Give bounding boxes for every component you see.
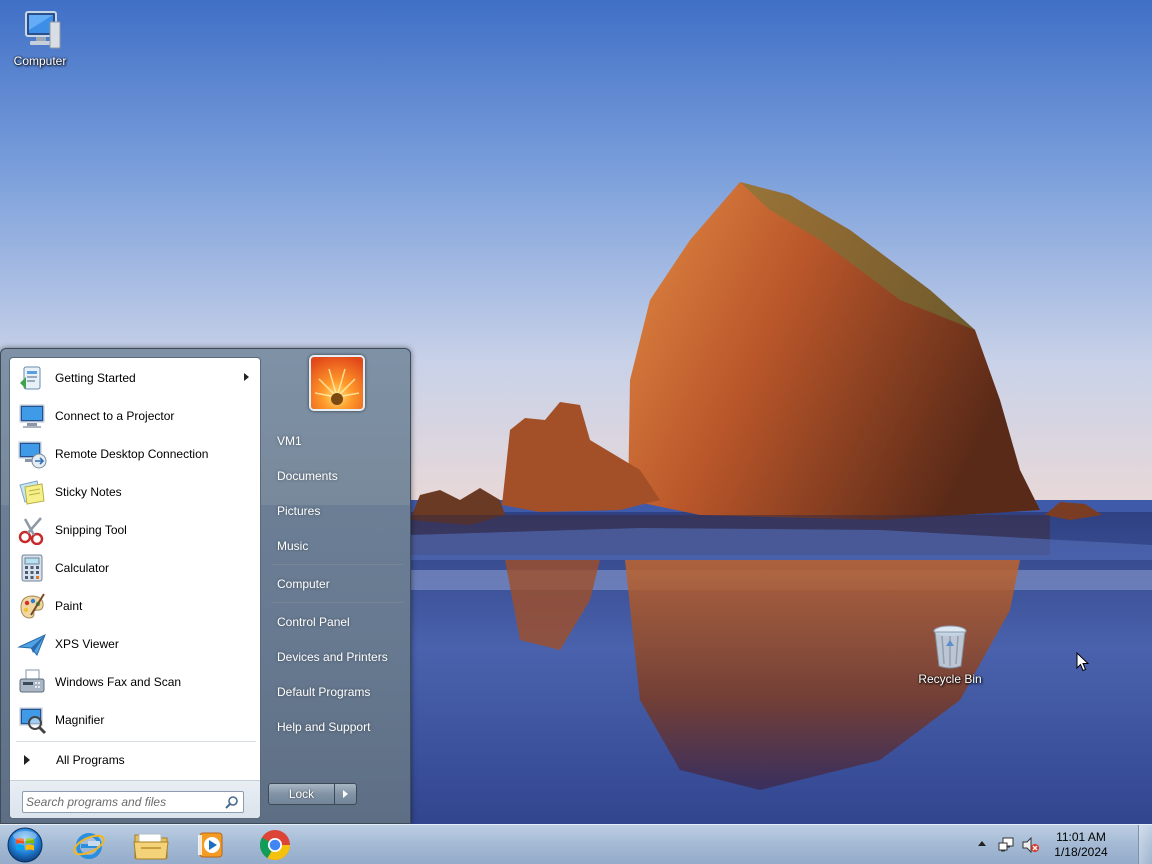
notification-area: 11:01 AM 1/18/2024 (978, 825, 1138, 864)
network-icon[interactable] (998, 837, 1016, 853)
start-item-devices-and-printers[interactable]: Devices and Printers (269, 644, 405, 670)
submenu-arrow-icon[interactable] (244, 373, 249, 381)
magnifier-icon (15, 703, 49, 737)
clock-date: 1/18/2024 (1054, 845, 1108, 859)
recycle-bin-icon (933, 625, 967, 669)
arrow-right-icon (343, 790, 348, 798)
start-item-help-and-support[interactable]: Help and Support (269, 714, 405, 740)
program-label: Windows Fax and Scan (55, 675, 182, 689)
start-menu: Getting Started Connect to a Projector R… (0, 348, 411, 824)
program-label: Sticky Notes (55, 485, 122, 499)
start-item-control-panel[interactable]: Control Panel (269, 609, 405, 635)
taskbar: 11:01 AM 1/18/2024 (0, 824, 1152, 864)
sticky-notes-icon (15, 475, 49, 509)
all-programs-button[interactable]: All Programs (18, 748, 258, 772)
calculator-icon (15, 551, 49, 585)
folder-icon (133, 833, 169, 860)
arrow-right-icon (24, 755, 30, 765)
start-item-computer[interactable]: Computer (269, 571, 405, 597)
program-connect-to-projector[interactable]: Connect to a Projector (13, 398, 259, 434)
start-search-box[interactable] (22, 791, 244, 813)
shutdown-controls: Lock (268, 783, 358, 805)
program-label: Snipping Tool (55, 523, 127, 537)
program-label: Getting Started (55, 371, 136, 385)
program-label: Connect to a Projector (55, 409, 175, 423)
windows-orb-icon (7, 827, 43, 863)
search-icon[interactable] (225, 795, 239, 809)
desktop-icon-label: Computer (13, 54, 67, 68)
program-label: XPS Viewer (55, 637, 119, 651)
all-programs-label: All Programs (56, 753, 125, 767)
volume-muted-icon[interactable] (1022, 837, 1040, 853)
program-xps-viewer[interactable]: XPS Viewer (13, 626, 259, 662)
desktop-icon-label: Recycle Bin (918, 672, 982, 686)
program-label: Calculator (55, 561, 110, 575)
separator (271, 564, 403, 565)
program-paint[interactable]: Paint (13, 588, 259, 624)
separator (271, 602, 403, 603)
program-label: Remote Desktop Connection (55, 447, 209, 461)
desktop-icon-computer[interactable]: Computer (0, 8, 80, 68)
xps-viewer-icon (15, 627, 49, 661)
show-hidden-icons-button[interactable] (978, 841, 986, 846)
media-player-icon (198, 832, 223, 858)
start-item-pictures[interactable]: Pictures (269, 498, 405, 524)
program-sticky-notes[interactable]: Sticky Notes (13, 474, 259, 510)
fax-icon (15, 665, 49, 699)
remote-desktop-icon (15, 437, 49, 471)
start-menu-places-pane: VM1 Documents Pictures Music Computer Co… (263, 349, 411, 825)
taskbar-clock[interactable]: 11:01 AM 1/18/2024 (1044, 830, 1118, 860)
start-search-area (10, 780, 260, 818)
desktop-icon-recycle-bin[interactable]: Recycle Bin (910, 624, 990, 686)
show-desktop-button[interactable] (1138, 825, 1152, 864)
taskbar-app-chrome[interactable] (246, 826, 304, 864)
projector-icon (15, 399, 49, 433)
program-label: Paint (55, 599, 83, 613)
getting-started-icon (15, 361, 49, 395)
taskbar-app-media-player[interactable] (182, 826, 240, 864)
lock-button[interactable]: Lock (268, 783, 335, 805)
program-remote-desktop-connection[interactable]: Remote Desktop Connection (13, 436, 259, 472)
search-input[interactable] (26, 793, 222, 811)
flower-avatar-icon (311, 357, 363, 409)
start-item-music[interactable]: Music (269, 533, 405, 559)
program-snipping-tool[interactable]: Snipping Tool (13, 512, 259, 548)
taskbar-app-internet-explorer[interactable] (60, 826, 118, 864)
internet-explorer-icon (73, 833, 105, 859)
program-magnifier[interactable]: Magnifier (13, 702, 259, 738)
program-windows-fax-and-scan[interactable]: Windows Fax and Scan (13, 664, 259, 700)
computer-icon (25, 11, 61, 49)
separator (16, 741, 256, 742)
power-options-button[interactable] (335, 783, 357, 805)
mouse-cursor-icon (1076, 652, 1090, 672)
start-item-user-folder[interactable]: VM1 (269, 428, 405, 454)
program-calculator[interactable]: Calculator (13, 550, 259, 586)
start-item-documents[interactable]: Documents (269, 463, 405, 489)
start-item-default-programs[interactable]: Default Programs (269, 679, 405, 705)
program-label: Magnifier (55, 713, 105, 727)
program-getting-started[interactable]: Getting Started (13, 360, 259, 396)
paint-palette-icon (15, 589, 49, 623)
scissors-icon (15, 513, 49, 547)
start-button[interactable] (2, 826, 48, 864)
start-menu-programs-pane: Getting Started Connect to a Projector R… (9, 357, 261, 819)
taskbar-app-windows-explorer[interactable] (122, 826, 180, 864)
chrome-icon (259, 830, 290, 861)
clock-time: 11:01 AM (1056, 830, 1106, 844)
user-picture[interactable] (309, 355, 365, 411)
